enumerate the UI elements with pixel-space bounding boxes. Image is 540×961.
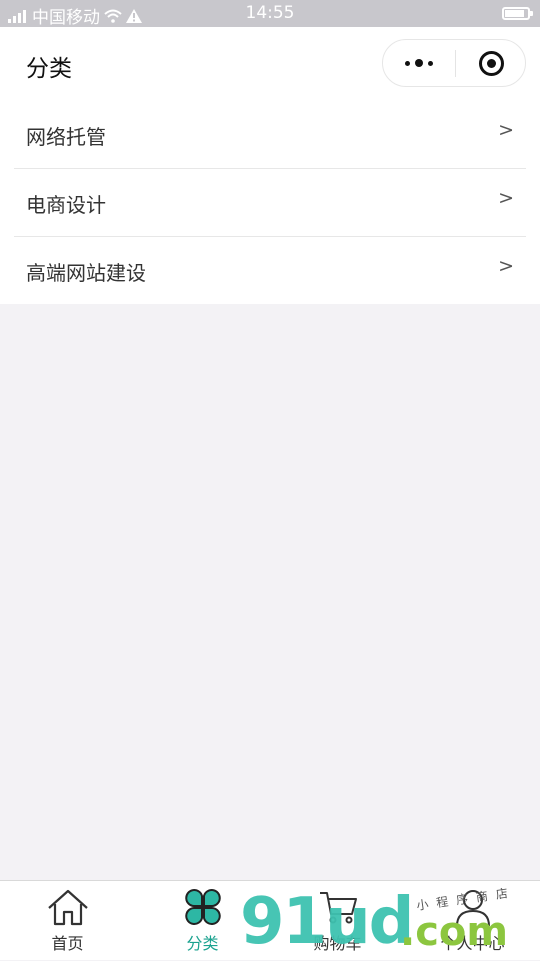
page-title: 分类 (26, 56, 72, 82)
tab-profile[interactable]: 个人中心 (405, 881, 540, 961)
close-button[interactable] (456, 40, 526, 86)
tab-label: 分类 (186, 934, 219, 953)
tab-home[interactable]: 首页 (0, 881, 135, 961)
navigation-header: 分类 (0, 27, 540, 101)
tab-cart[interactable]: 购物车 (270, 881, 405, 961)
tab-category[interactable]: 分类 (135, 881, 270, 961)
tab-label: 购物车 (313, 934, 362, 953)
miniprogram-capsule (382, 39, 526, 87)
status-bar: 中国移动 14:55 (0, 0, 540, 28)
chevron-right-icon: > (498, 119, 514, 141)
chevron-right-icon: > (498, 255, 514, 277)
category-label: 网络托管 (26, 125, 106, 149)
more-icon (405, 60, 410, 66)
tab-bar: 首页 分类 购物车 个人中心 (0, 880, 540, 960)
cart-icon (319, 892, 357, 924)
chevron-right-icon: > (498, 187, 514, 209)
status-time: 14:55 (245, 3, 295, 23)
battery-icon (502, 7, 533, 20)
category-item-website-building[interactable]: 高端网站建设 > (14, 237, 526, 305)
category-label: 电商设计 (26, 193, 106, 217)
home-icon (47, 889, 88, 926)
target-icon (478, 50, 504, 76)
tab-label: 个人中心 (440, 934, 505, 953)
category-icon (184, 889, 221, 925)
category-item-hosting[interactable]: 网络托管 > (14, 101, 526, 169)
category-list: 网络托管 > 电商设计 > 高端网站建设 > (0, 101, 540, 304)
user-icon (455, 890, 490, 927)
category-label: 高端网站建设 (26, 261, 146, 285)
more-button[interactable] (383, 40, 455, 86)
tab-label: 首页 (51, 934, 84, 953)
category-item-ecommerce-design[interactable]: 电商设计 > (14, 169, 526, 237)
